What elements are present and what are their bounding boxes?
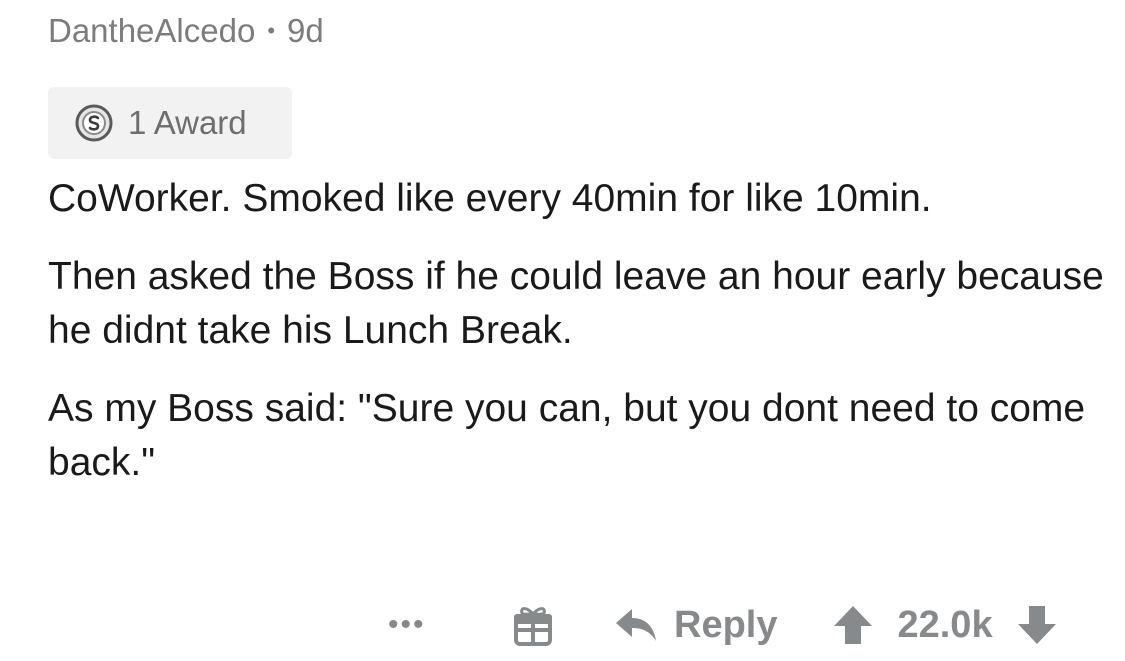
separator-dot: • <box>267 18 276 43</box>
downvote-arrow-icon[interactable] <box>1015 603 1059 647</box>
comment-paragraph: Then asked the Boss if he could leave an… <box>48 255 1104 352</box>
author-name[interactable]: DantheAlcedo <box>48 12 255 50</box>
comment-age[interactable]: 9d <box>287 12 324 50</box>
reply-button[interactable]: Reply <box>614 604 777 647</box>
upvote-arrow-icon[interactable] <box>831 603 875 647</box>
comment-paragraph: As my Boss said: "Sure you can, but you … <box>48 387 1086 484</box>
comment-header: DantheAlcedo • 9d <box>48 12 324 50</box>
comment-action-bar: ••• Reply 22.0k <box>380 590 1059 660</box>
reply-label: Reply <box>674 603 778 646</box>
comment-body: CoWorker. Smoked like every 40min for li… <box>48 172 1108 514</box>
award-count-label: 1 Award <box>128 104 247 141</box>
reply-arrow-icon <box>614 605 660 645</box>
award-badge[interactable]: 1 Award <box>48 87 292 159</box>
gift-icon[interactable] <box>508 600 558 650</box>
silver-award-icon <box>74 103 114 143</box>
comment-paragraph: CoWorker. Smoked like every 40min for li… <box>48 177 932 220</box>
more-options-button[interactable]: ••• <box>388 608 448 642</box>
vote-score: 22.0k <box>897 603 993 646</box>
